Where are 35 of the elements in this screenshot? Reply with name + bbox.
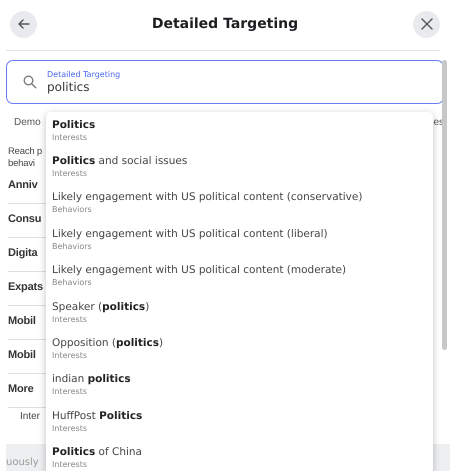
suggestion-name[interactable]: Politics of China: [52, 446, 142, 458]
field-label: Detailed Targeting: [47, 70, 120, 79]
suggestion-name[interactable]: Likely engagement with US political content (liberal): [52, 228, 328, 240]
close-button[interactable]: [413, 10, 440, 38]
back-button[interactable]: [10, 10, 37, 38]
suggestion-type: Interests: [52, 387, 87, 396]
suggestion-name[interactable]: indian politics: [52, 373, 131, 386]
dialog-title: Detailed Targeting: [152, 16, 298, 32]
description-text: behavi: [8, 158, 35, 170]
suggestion-name[interactable]: Politics: [52, 118, 96, 131]
suggestion-type: Interests: [52, 132, 87, 142]
description-text: Reach p: [8, 146, 42, 158]
footer-text: uously: [6, 456, 39, 468]
suggestion-type: Behaviors: [52, 242, 92, 251]
subcategory-row[interactable]: Inter: [20, 411, 40, 422]
suggestion-name[interactable]: Opposition (politics): [52, 337, 164, 350]
suggestion-type: Behaviors: [52, 205, 92, 214]
back-arrow-icon: [18, 19, 30, 29]
field-value: politics: [47, 80, 91, 94]
suggestion-name[interactable]: Likely engagement with US political content (moderate): [52, 264, 346, 276]
suggestion-type: Interests: [52, 314, 87, 324]
suggestion-type: Interests: [52, 169, 87, 178]
suggestion-type: Interests: [52, 460, 87, 470]
tab[interactable]: Demo: [14, 117, 41, 128]
search-field[interactable]: Detailed Targeting politics: [6, 60, 444, 104]
close-icon: [420, 18, 432, 30]
suggestion-name[interactable]: HuffPost Politics: [52, 410, 142, 422]
suggestion-type: Interests: [52, 351, 87, 360]
suggestion-name[interactable]: Politics and social issues: [52, 155, 188, 168]
search-icon: [23, 75, 37, 89]
scrollbar[interactable]: [442, 60, 447, 350]
suggestion-type: Interests: [52, 424, 87, 433]
suggestion-name[interactable]: Likely engagement with US political content (conservative): [52, 191, 362, 204]
suggestion-type: Behaviors: [52, 278, 92, 288]
suggestion-name[interactable]: Speaker (politics): [52, 300, 150, 313]
